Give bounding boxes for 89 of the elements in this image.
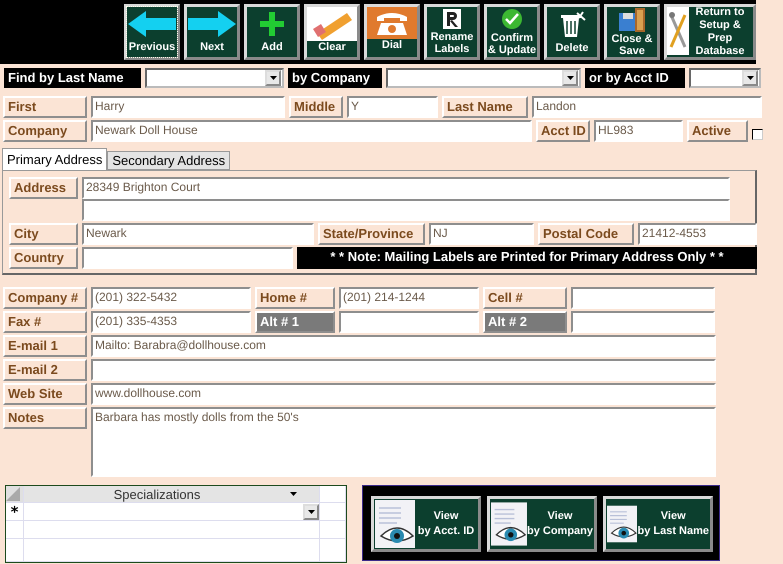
dropdown-field[interactable] [386,68,581,88]
field-label: Middle [289,96,343,118]
field-label: Alt # 2 [483,311,567,333]
toolbar-button[interactable]: Clear [304,4,360,60]
toolbar-button[interactable]: Add [244,4,300,60]
dropdown-button[interactable] [265,70,281,86]
search-label: or by Acct ID [585,68,685,88]
combo-field[interactable] [24,503,320,521]
field-label: Company # [3,287,87,309]
dropdown-arrow-icon [746,76,754,80]
document-icon [443,9,461,29]
text-field[interactable]: (201) 335-4353 [91,311,251,333]
checkbox[interactable] [752,129,763,140]
field-label: City [9,223,78,245]
notes-field[interactable]: Barbara has mostly dolls from the 50's [91,407,716,477]
dropdown-arrow-icon [290,492,297,496]
field-label: State/Province [318,223,425,245]
field-label: Acct ID [536,120,590,142]
dropdown-arrow-icon [566,76,574,80]
note-text: * * Note: Mailing Labels are Printed for Primary Address Only * * [297,247,757,269]
dropdown-button[interactable] [742,70,758,86]
text-field[interactable]: NJ [429,223,534,245]
field-label: Notes [3,407,87,429]
text-field[interactable] [82,199,730,221]
toolbar-button[interactable]: Close & Save [604,4,660,60]
new-row-marker: * [10,502,18,520]
tab[interactable]: Primary Address [2,148,108,170]
toolbar-button[interactable]: Dial [364,4,420,60]
dropdown-field[interactable] [689,68,761,88]
text-field[interactable]: Landon [532,96,762,118]
field-label: Home # [255,287,335,309]
field-label: Fax # [3,311,87,333]
text-field[interactable]: Newark Doll House [91,120,532,142]
field-label: Address [9,177,78,199]
search-label: by Company [288,68,382,88]
toolbar-button[interactable]: Previous [124,4,180,60]
text-field[interactable]: (201) 214-1244 [339,287,479,309]
toolbar-button[interactable]: Confirm & Update [484,4,540,60]
check-icon [501,8,523,30]
field-label: Web Site [3,383,87,405]
eraser-icon [307,7,357,41]
dropdown-field[interactable] [145,68,284,88]
field-label: First [3,96,87,118]
text-field[interactable]: 28349 Brighton Court [82,177,730,199]
right-arrow-icon [188,11,236,37]
dropdown-arrow-icon [308,510,314,514]
plus-icon [260,11,284,37]
text-field[interactable] [571,311,715,333]
text-field[interactable]: Harry [91,96,285,118]
toolbar-button[interactable]: Next [184,4,240,60]
field-label: Cell # [483,287,567,309]
tab[interactable]: Secondary Address [107,151,230,170]
view-button[interactable]: View by Last Name [603,496,713,552]
field-label: Last Name [442,96,528,118]
field-label: Postal Code [538,223,634,245]
eye-document-icon [491,500,527,548]
toolbar-button[interactable]: Rename Labels [424,4,480,60]
text-field[interactable] [571,287,715,309]
phone-icon [367,7,417,39]
text-field[interactable] [91,359,716,381]
toolbar-button[interactable]: Return to Setup & Prep Database [664,4,756,60]
view-button[interactable]: View by Acct. ID [371,496,481,552]
dropdown-button[interactable] [562,70,578,86]
field-label: E-mail 2 [3,359,87,381]
text-field[interactable]: 21412-4553 [638,223,757,245]
text-field[interactable]: www.dollhouse.com [91,383,716,405]
row-selector[interactable]: * [6,503,24,521]
field-label: Alt # 1 [255,311,335,333]
tools-icon [667,7,689,55]
field-label: Active [687,120,748,142]
text-field[interactable]: Newark [82,223,314,245]
text-field[interactable]: HL983 [594,120,683,142]
view-button[interactable]: View by Company [487,496,597,552]
toolbar-button[interactable]: Delete [544,4,600,60]
field-label: Country [9,247,78,269]
search-label: Find by Last Name [4,68,141,88]
text-field[interactable] [339,311,479,333]
field-label: E-mail 1 [3,335,87,357]
left-arrow-icon [128,11,176,37]
eye-document-icon [375,500,415,548]
disk-and-door-icon [617,7,647,33]
field-label: Company [3,120,87,142]
dropdown-arrow-icon [270,76,276,80]
dropdown-button[interactable] [303,504,319,520]
text-field[interactable]: (201) 322-5432 [91,287,251,309]
text-field[interactable]: Y [347,96,438,118]
text-field[interactable]: Mailto: Barabra@dollhouse.com [91,335,716,357]
text-field[interactable] [82,247,293,269]
select-all-icon [6,487,20,501]
